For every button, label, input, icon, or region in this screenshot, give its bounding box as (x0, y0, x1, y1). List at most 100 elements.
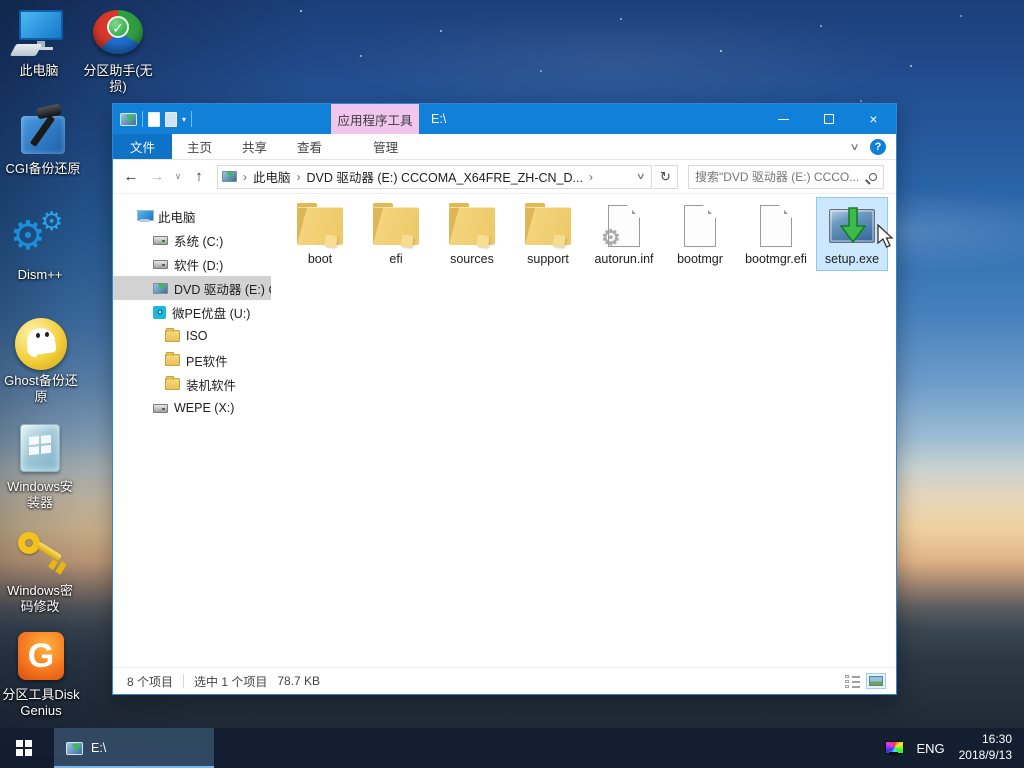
file-list[interactable]: boot efi sources support ⚙ autorun.inf (271, 194, 896, 667)
new-folder-icon[interactable] (148, 112, 160, 127)
start-button[interactable] (0, 728, 48, 768)
taskbar: E:\ ENG 16:30 2018/9/13 (0, 728, 1024, 768)
items-count: 8 个项目 (127, 673, 173, 690)
quick-access-toolbar: ▾ (113, 111, 192, 127)
nav-drive-x[interactable]: WEPE (X:) (113, 396, 271, 420)
maximize-button[interactable] (806, 104, 851, 134)
desktop-icon-diskgenius[interactable]: G 分区工具DiskGenius (0, 630, 82, 720)
title-bar[interactable]: ▾ 应用程序工具 E:\ × (113, 104, 896, 134)
setup-exe-icon (66, 742, 83, 755)
close-button[interactable]: × (851, 104, 896, 134)
search-input[interactable] (695, 170, 869, 184)
address-bar: ← → ∨ ↑ › 此电脑 › DVD 驱动器 (E:) CCCOMA_X64F… (113, 160, 896, 194)
drive-icon (222, 171, 237, 182)
file-name: bootmgr (667, 251, 733, 267)
properties-icon[interactable] (165, 112, 177, 127)
nav-drive-u[interactable]: 微PE优盘 (U:) (113, 300, 271, 324)
help-icon[interactable]: ? (870, 139, 886, 155)
nav-folder-iso[interactable]: ISO (113, 324, 271, 348)
gear-icon: ⚙ (601, 227, 621, 249)
file-bootmgr-efi[interactable]: bootmgr.efi (740, 197, 812, 271)
desktop-icon-windows-installer[interactable]: Windows安装器 (4, 422, 76, 512)
desktop-icon-partition-assistant[interactable]: ✓ 分区助手(无损) (82, 10, 154, 96)
cgi-backup-icon (15, 104, 71, 158)
desktop-icon-label: Windows安装器 (4, 479, 76, 512)
nav-label: DVD 驱动器 (E:) CC (174, 279, 271, 298)
address-dropdown-icon[interactable]: ∨ (636, 171, 649, 182)
tab-manage[interactable]: 管理 (351, 134, 420, 159)
breadcrumb-separator: › (240, 170, 250, 184)
file-support[interactable]: support (512, 197, 584, 271)
desktop-icon-label: 分区助手(无损) (82, 63, 154, 96)
selection-count: 选中 1 个项目 (194, 673, 267, 690)
breadcrumb-drive[interactable]: DVD 驱动器 (E:) CCCOMA_X64FRE_ZH-CN_D... (307, 167, 583, 186)
qat-dropdown-icon[interactable]: ▾ (182, 115, 186, 124)
divider (191, 111, 192, 127)
up-button[interactable]: ↑ (187, 165, 211, 189)
breadcrumb[interactable]: › 此电脑 › DVD 驱动器 (E:) CCCOMA_X64FRE_ZH-CN… (217, 165, 652, 189)
nav-drive-e-selected[interactable]: DVD 驱动器 (E:) CC (113, 276, 271, 300)
nav-label: PE软件 (186, 351, 228, 370)
disk-icon (153, 236, 168, 245)
desktop-icon-this-pc[interactable]: 此电脑 (6, 8, 72, 79)
back-button[interactable]: ← (119, 165, 143, 189)
diskgenius-icon: G (14, 630, 68, 684)
nav-label: 装机软件 (186, 375, 236, 394)
search-box[interactable] (688, 165, 884, 189)
desktop-icon-cgi-backup[interactable]: CGI备份还原 (2, 104, 84, 177)
input-method-icon[interactable] (885, 741, 902, 755)
taskbar-item-explorer[interactable]: E:\ (54, 728, 214, 768)
nav-this-pc[interactable]: 此电脑 (113, 204, 271, 228)
file-bootmgr[interactable]: bootmgr (664, 197, 736, 271)
desktop-icon-ghost-backup[interactable]: Ghost备份还原 (4, 318, 78, 406)
ghost-icon (14, 318, 68, 370)
mouse-cursor (876, 224, 896, 250)
breadcrumb-this-pc[interactable]: 此电脑 (253, 167, 291, 186)
file-name: sources (439, 251, 505, 267)
setup-exe-icon (829, 209, 875, 243)
computer-icon (11, 8, 67, 60)
file-name: setup.exe (819, 251, 885, 267)
desktop-icon-windows-password[interactable]: Windows密码修改 (4, 528, 76, 616)
file-name: boot (287, 251, 353, 267)
file-boot[interactable]: boot (284, 197, 356, 271)
dism-gears-icon: ⚙⚙ (12, 214, 68, 264)
forward-button[interactable]: → (145, 165, 169, 189)
desktop-icon-dism[interactable]: ⚙⚙ Dism++ (10, 214, 70, 283)
folder-icon (373, 207, 419, 245)
file-name: bootmgr.efi (743, 251, 809, 267)
desktop-icon-label: Ghost备份还原 (4, 373, 78, 406)
file-name: support (515, 251, 581, 267)
nav-label: 系统 (C:) (174, 231, 223, 250)
dvd-drive-icon (153, 283, 168, 294)
nav-drive-d[interactable]: 软件 (D:) (113, 252, 271, 276)
clock[interactable]: 16:30 2018/9/13 (959, 732, 1012, 763)
nav-drive-c[interactable]: 系统 (C:) (113, 228, 271, 252)
divider (142, 111, 143, 127)
window-title: E:\ (431, 104, 446, 134)
tab-file[interactable]: 文件 (113, 134, 172, 159)
expand-ribbon-icon[interactable]: ∨ (849, 142, 859, 153)
tab-home[interactable]: 主页 (172, 134, 227, 159)
folder-icon (525, 207, 571, 245)
tab-share[interactable]: 共享 (227, 134, 282, 159)
system-tray: ENG 16:30 2018/9/13 (885, 728, 1024, 768)
folder-icon (165, 354, 180, 366)
nav-folder-installer[interactable]: 装机软件 (113, 372, 271, 396)
nav-folder-pe[interactable]: PE软件 (113, 348, 271, 372)
details-view-icon[interactable] (845, 675, 860, 688)
minimize-button[interactable] (761, 104, 806, 134)
large-icons-view-icon[interactable] (866, 673, 886, 689)
file-efi[interactable]: efi (360, 197, 432, 271)
language-indicator[interactable]: ENG (916, 741, 944, 756)
refresh-button[interactable]: ↻ (654, 165, 678, 189)
history-dropdown-icon[interactable]: ∨ (171, 165, 185, 189)
file-autorun[interactable]: ⚙ autorun.inf (588, 197, 660, 271)
breadcrumb-separator: › (294, 170, 304, 184)
file-name: autorun.inf (591, 251, 657, 267)
tab-view[interactable]: 查看 (282, 134, 337, 159)
app-icon[interactable] (120, 113, 137, 126)
file-sources[interactable]: sources (436, 197, 508, 271)
search-icon (869, 173, 877, 181)
nav-label: WEPE (X:) (174, 401, 234, 415)
